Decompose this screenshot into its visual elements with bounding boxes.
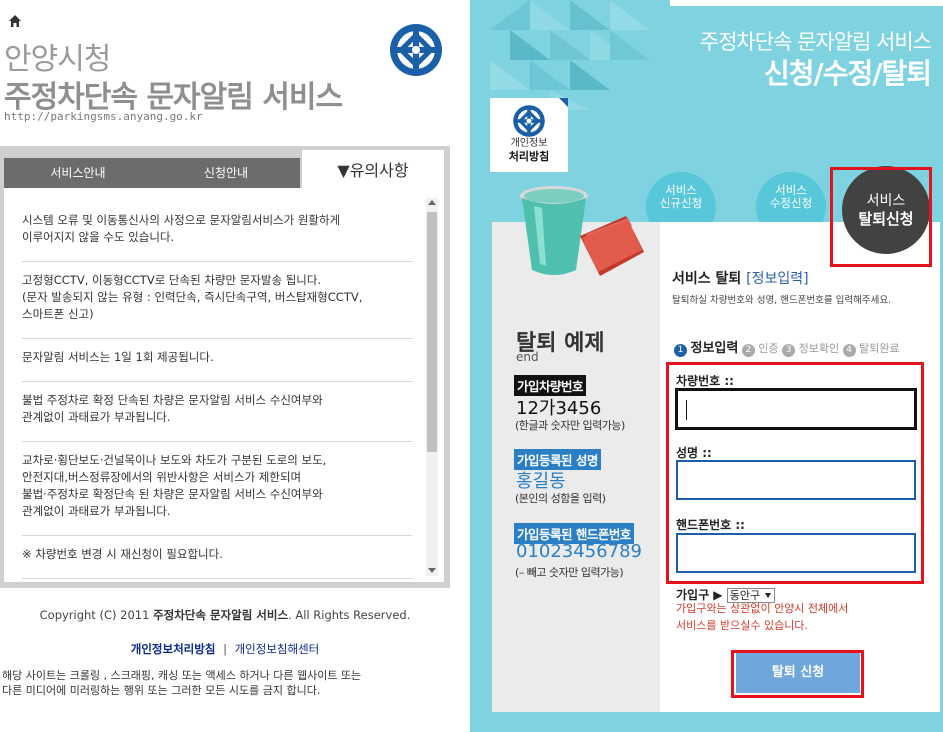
site-url: http://parkingsms.anyang.go.kr — [4, 110, 203, 123]
left-panel: 안양시청 주정차단속 문자알림 서비스 http://parkingsms.an… — [0, 0, 470, 732]
tab-apply-info[interactable]: 신청안내 — [152, 158, 300, 188]
home-icon[interactable] — [8, 14, 22, 28]
form-title-main: 서비스 탈퇴 — [672, 271, 747, 287]
example-phone-value: 01023456789 — [516, 541, 642, 562]
copyright: Copyright (C) 2011 주정차단속 문자알림 서비스. All R… — [0, 607, 450, 623]
privacy-badge[interactable]: 개인정보 처리방침 — [490, 98, 568, 172]
car-number-label: 차량번호 :: — [676, 374, 734, 388]
step-1-icon: 1 — [674, 344, 687, 357]
district-note: 가입구와는 상관없이 안양시 전체에서 서비스를 받으실수 있습니다. — [676, 602, 849, 632]
privacy-policy-link[interactable]: 개인정보처리방침 — [131, 642, 216, 656]
step-3-label: 정보확인 — [798, 342, 840, 355]
scroll-down-icon[interactable] — [428, 568, 436, 573]
chevron-down-icon — [765, 593, 772, 598]
form-title-bracket: [정보입력] — [746, 271, 809, 287]
top-strip — [670, 0, 943, 6]
withdraw-submit-button[interactable]: 탈퇴 신청 — [736, 653, 860, 693]
copyright-suffix: . All Rights Reserved. — [288, 608, 411, 622]
progress-steps: 1 정보입력 2 인증 3 정보확인 4 탈퇴완료 — [674, 337, 900, 357]
example-car-label: 가입차량번호 — [514, 375, 587, 396]
phone-input[interactable] — [676, 533, 916, 573]
notice-scrollbar[interactable] — [426, 198, 438, 576]
privacy-label-2: 처리방침 — [508, 150, 550, 163]
phone-label: 핸드폰번호 :: — [676, 518, 745, 532]
step-1-label: 정보입력 — [690, 341, 739, 356]
notice-tab-frame: 서비스안내 신청안내 ▼유의사항 시스템 오류 및 이동통신사의 사정으로 문자… — [0, 146, 450, 588]
corner-icon — [559, 98, 568, 107]
text-caret — [686, 400, 687, 420]
footer-links: 개인정보처리방침 | 개인정보침해센터 — [0, 641, 450, 657]
tab-bar: 서비스안내 신청안내 — [4, 158, 300, 188]
notice-item: 불법 주정차로 확정 단속된 차량은 문자알림 서비스 수신여부와 관계없이 과… — [22, 382, 412, 442]
anyang-logo-icon — [390, 24, 442, 76]
tab-new-signup-line2: 신규신청 — [659, 196, 703, 210]
scroll-thumb[interactable] — [427, 212, 437, 452]
form-title: 서비스 탈퇴 [정보입력] — [672, 268, 809, 288]
name-input[interactable] — [676, 460, 916, 500]
tab-notices[interactable]: ▼유의사항 — [302, 150, 444, 192]
notice-list: 시스템 오류 및 이동통신사의 사정으로 문자알림서비스가 원활하게 이루어지지… — [22, 202, 412, 579]
example-name-note: (본인의 성함을 입력) — [515, 492, 606, 505]
step-2-label: 인증 — [758, 342, 779, 355]
step-4-label: 탈퇴완료 — [859, 342, 900, 355]
tab-service-info[interactable]: 서비스안내 — [4, 158, 152, 188]
step-3-icon: 3 — [782, 344, 796, 357]
notice-item: 문자알림 서비스는 1일 1회 제공됩니다. — [22, 339, 412, 382]
anyang-logo-icon — [513, 105, 545, 137]
copyright-prefix: Copyright (C) 2011 — [39, 608, 154, 622]
tab-modify-line2: 수정신청 — [769, 196, 813, 210]
copyright-service: 주정차단속 문자알림 서비스 — [153, 608, 289, 622]
footer-separator: | — [223, 642, 227, 656]
notice-item: ※ 차량번호 변경 시 재신청이 필요합니다. — [22, 536, 412, 579]
privacy-center-link[interactable]: 개인정보침해센터 — [235, 642, 320, 656]
scroll-up-icon[interactable] — [428, 200, 436, 205]
notice-content: 시스템 오류 및 이동통신사의 사정으로 문자알림서비스가 원활하게 이루어지지… — [4, 188, 444, 582]
step-4-icon: 4 — [842, 344, 856, 357]
notice-item: 교차로·횡단보도·건널목이나 보도와 차도가 구분된 도로의 보도, 안전지대,… — [22, 442, 412, 536]
example-phone-note: (– 빼고 숫자만 입력가능) — [515, 566, 624, 579]
privacy-label-1: 개인정보 — [510, 138, 548, 149]
notice-item: 고정형CCTV, 이동형CCTV로 단속된 차량만 문자발송 됩니다. (문자 … — [22, 262, 412, 339]
name-label: 성명 :: — [676, 446, 712, 460]
header-title: 신청/수정/탈퇴 — [763, 57, 932, 90]
car-number-input[interactable] — [676, 389, 916, 429]
footer-notice: 해당 사이트는 크롤링 , 스크래핑, 캐싱 또는 액세스 하거나 다른 웹사이… — [2, 669, 362, 697]
trash-folder-icon — [520, 186, 644, 276]
form-description: 탈퇴하실 차량번호와 성명, 핸드폰번호를 입력해주세요. — [672, 295, 892, 306]
step-2-icon: 2 — [741, 344, 755, 357]
tab-withdraw-highlight — [830, 167, 932, 267]
example-car-note: (한글과 숫자만 입력가능) — [515, 419, 625, 432]
example-sub: end — [516, 350, 539, 364]
notice-item: 시스템 오류 및 이동통신사의 사정으로 문자알림서비스가 원활하게 이루어지지… — [22, 202, 412, 262]
